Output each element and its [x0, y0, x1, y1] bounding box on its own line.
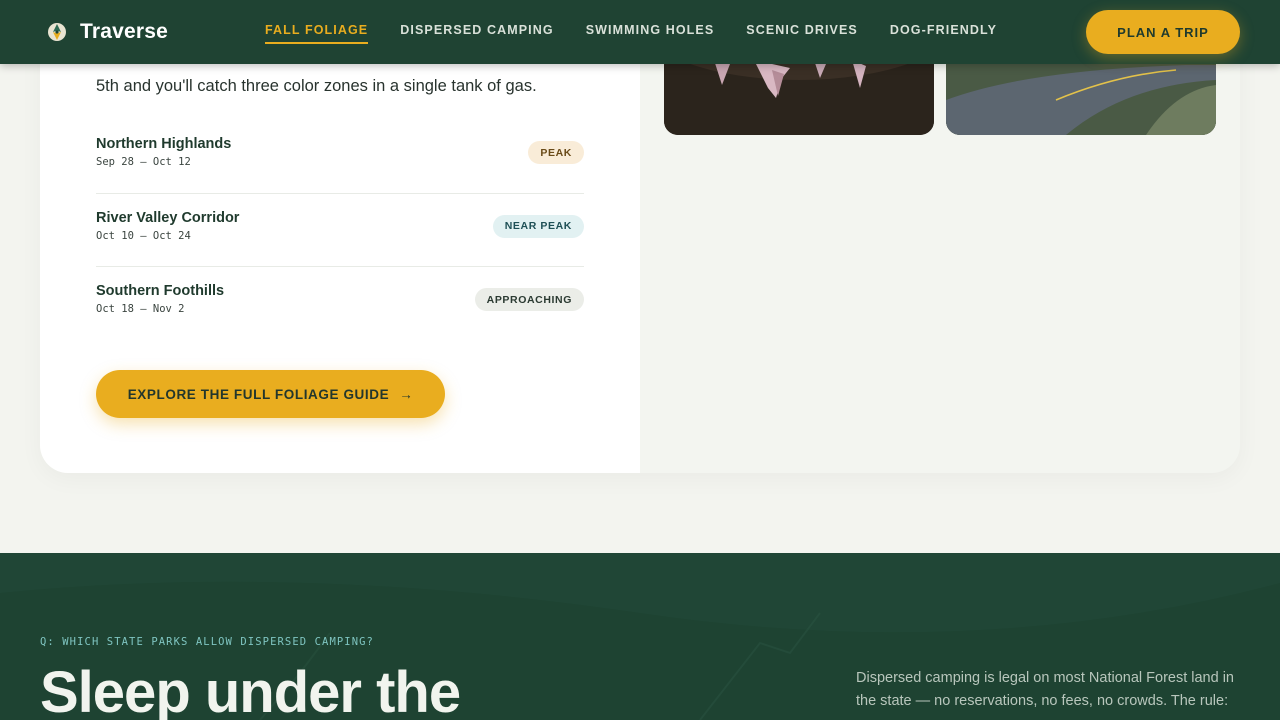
zone-row-southern-foothills[interactable]: Southern Foothills Oct 18 – Nov 2 Approa…	[96, 267, 584, 341]
faq-question-label: Q: Which state parks allow dispersed cam…	[40, 636, 374, 648]
pine-compass-icon	[48, 23, 66, 41]
zone-name: Southern Foothills	[96, 283, 225, 299]
explore-foliage-guide-button[interactable]: Explore the full foliage guide →	[96, 370, 445, 418]
foliage-card-content: 5th and you'll catch three color zones i…	[40, 0, 640, 473]
arrow-right-icon: →	[399, 386, 414, 402]
zone-row-river-valley-corridor[interactable]: River Valley Corridor Oct 10 – Oct 24 Ne…	[96, 194, 584, 267]
explore-button-label: Explore the full foliage guide	[127, 386, 390, 402]
brand-name: Traverse	[80, 20, 169, 43]
zone-dates: Oct 10 – Oct 24	[96, 229, 191, 242]
foliage-intro-text: 5th and you'll catch three color zones i…	[96, 77, 537, 95]
nav-link-scenic-drives[interactable]: Scenic Drives	[746, 0, 858, 44]
dispersed-camping-section: Q: Which state parks allow dispersed cam…	[0, 553, 1280, 720]
zone-name: Northern Highlands	[96, 136, 232, 152]
foliage-card: 5th and you'll catch three color zones i…	[40, 0, 1240, 473]
zone-dates: Oct 18 – Nov 2	[96, 303, 185, 315]
zone-dates: Sep 28 – Oct 12	[96, 156, 191, 168]
nav-links: Fall Foliage Dispersed Camping Swimming …	[265, 0, 997, 64]
foliage-zone-list: Northern Highlands Sep 28 – Oct 12 Peak …	[96, 120, 584, 341]
nav-link-dispersed-camping[interactable]: Dispersed Camping	[400, 0, 553, 44]
nav-link-swimming-holes[interactable]: Swimming Holes	[586, 0, 715, 44]
top-navigation: Traverse Fall Foliage Dispersed Camping …	[0, 0, 1280, 64]
zone-row-northern-highlands[interactable]: Northern Highlands Sep 28 – Oct 12 Peak	[96, 120, 584, 194]
plan-a-trip-button[interactable]: Plan a Trip	[1086, 10, 1240, 54]
nav-link-fall-foliage[interactable]: Fall Foliage	[265, 0, 369, 44]
status-badge-near-peak: Near Peak	[492, 214, 584, 238]
zone-name: River Valley Corridor	[96, 209, 240, 226]
status-badge-peak: Peak	[528, 141, 584, 164]
brand-logo[interactable]: Traverse	[46, 20, 168, 44]
nav-link-dog-friendly[interactable]: Dog-Friendly	[890, 0, 997, 44]
camping-description: Dispersed camping is legal on most Natio…	[856, 670, 1234, 709]
section-headline: Sleep under the	[40, 660, 461, 720]
status-badge-approaching: Approaching	[474, 288, 584, 311]
